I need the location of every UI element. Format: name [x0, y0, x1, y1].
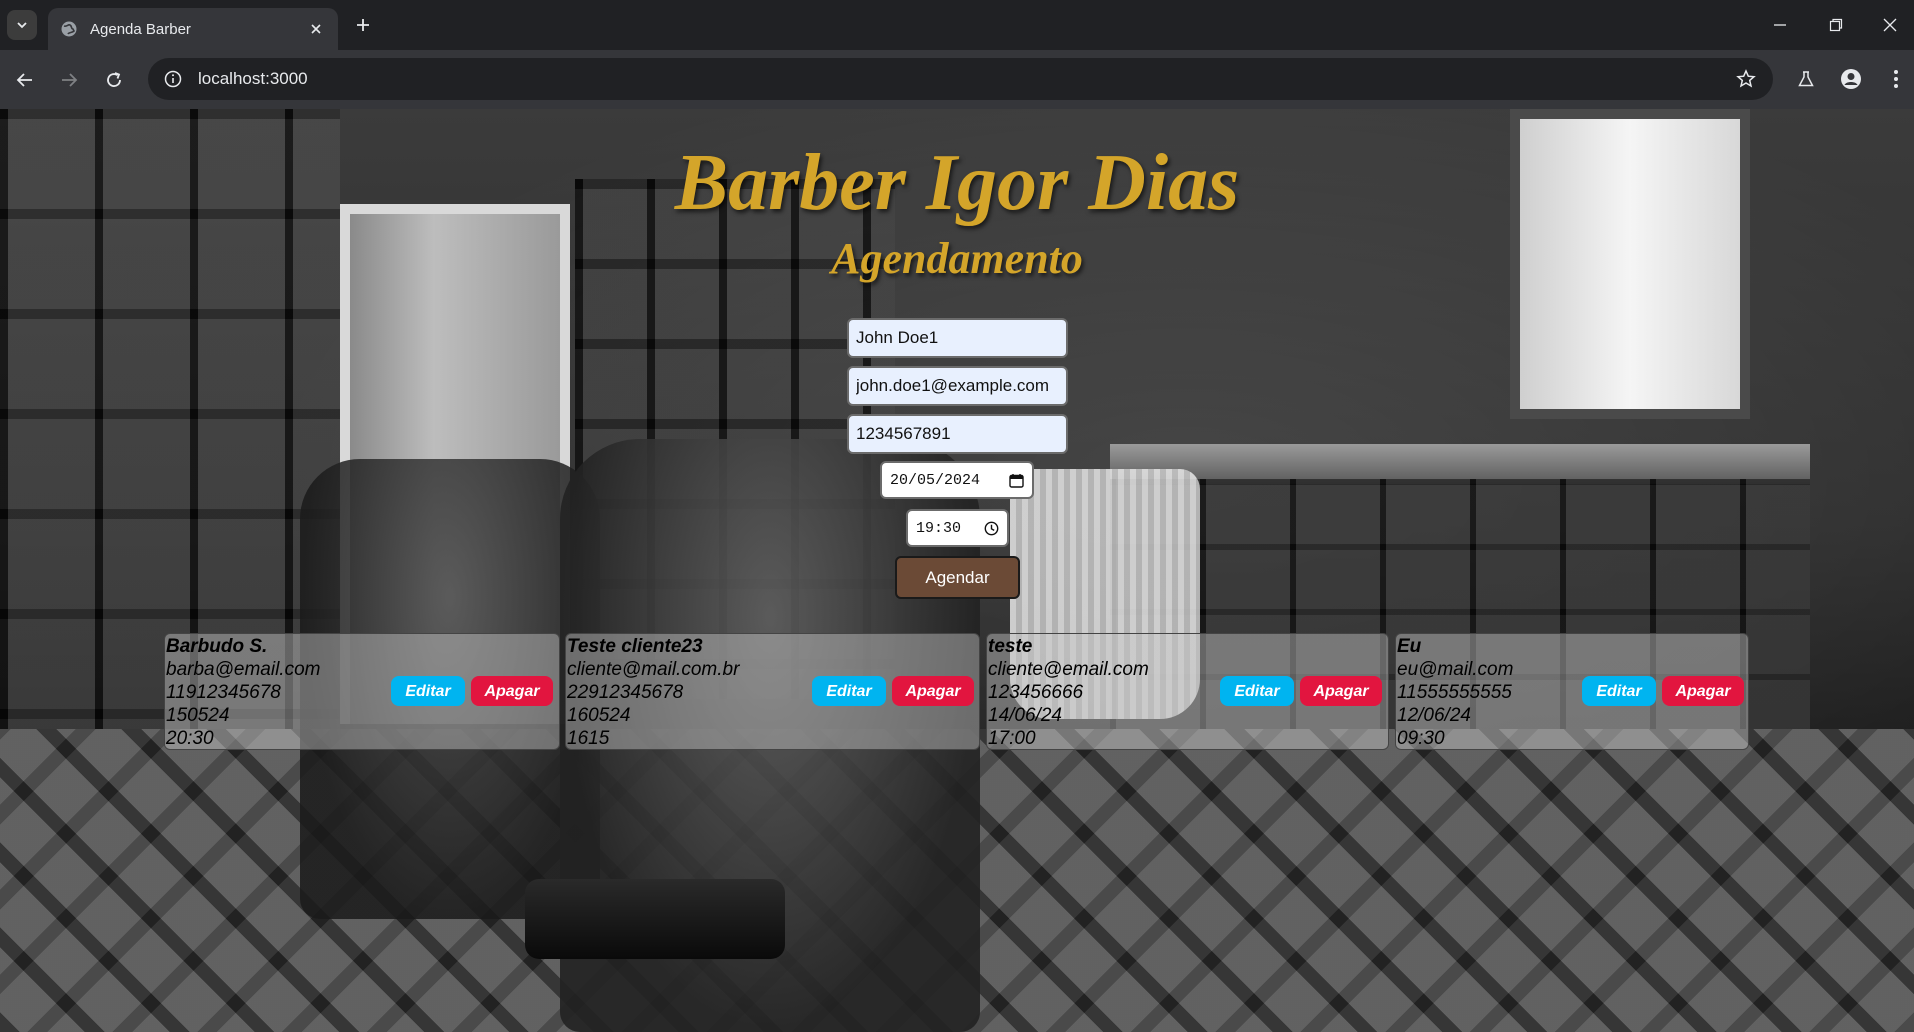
appointment-time: 17:00	[988, 728, 1036, 749]
appointment-phone: 11555555555	[1397, 682, 1512, 703]
back-button[interactable]	[10, 65, 40, 95]
close-window-button[interactable]	[1862, 0, 1914, 50]
appointment-time: 09:30	[1397, 728, 1445, 749]
background-chair-seat	[525, 879, 785, 959]
appointment-name: Eu	[1397, 636, 1422, 657]
appointment-info: Eu eu@mail.com 11555555555 12/06/24 09:3…	[1397, 635, 1513, 750]
appointment-name: teste	[988, 636, 1033, 657]
appointment-date: 160524	[567, 705, 631, 726]
email-input[interactable]	[847, 366, 1068, 406]
url-text: localhost:3000	[198, 69, 308, 88]
minimize-button[interactable]	[1752, 0, 1808, 50]
time-value: 19:30	[916, 519, 962, 537]
page-viewport: Barber Igor Dias Agendamento 20/05/2024 …	[0, 109, 1914, 1032]
background-shelf	[1110, 444, 1810, 484]
globe-icon	[60, 20, 78, 38]
clock-icon[interactable]	[984, 521, 999, 536]
appointment-name: Teste cliente23	[567, 636, 703, 657]
calendar-icon[interactable]	[1009, 473, 1024, 488]
arrow-right-icon	[62, 73, 78, 87]
appointment-phone: 123456666	[988, 682, 1084, 703]
close-icon	[1883, 18, 1897, 32]
site-info-icon[interactable]	[162, 68, 184, 90]
appointment-card: teste cliente@email.com 123456666 14/06/…	[986, 633, 1389, 750]
restore-button[interactable]	[1808, 0, 1864, 50]
appointment-date: 150524	[166, 705, 230, 726]
plus-icon	[357, 19, 369, 31]
reload-icon	[107, 72, 121, 87]
tab-search-button[interactable]	[7, 10, 37, 40]
tab-close-icon[interactable]	[306, 19, 326, 39]
appointment-info: teste cliente@email.com 123456666 14/06/…	[988, 635, 1149, 750]
appointment-phone: 11912345678	[166, 682, 281, 703]
browser-tab-active[interactable]: Agenda Barber	[48, 8, 338, 50]
reload-button[interactable]	[99, 65, 129, 95]
time-input[interactable]: 19:30	[906, 509, 1009, 547]
appointment-name: Barbudo S.	[166, 636, 268, 657]
appointment-date: 12/06/24	[1397, 705, 1471, 726]
forward-button[interactable]	[54, 65, 84, 95]
edit-button[interactable]: Editar	[391, 676, 465, 706]
appointment-email: eu@mail.com	[1397, 659, 1514, 680]
delete-button[interactable]: Apagar	[1300, 676, 1382, 706]
delete-button[interactable]: Apagar	[471, 676, 553, 706]
new-tab-button[interactable]	[350, 12, 376, 38]
name-input[interactable]	[847, 318, 1068, 358]
appointment-info: Teste cliente23 cliente@mail.com.br 2291…	[567, 635, 739, 750]
page-title: Barber Igor Dias	[674, 139, 1240, 227]
appointment-time: 20:30	[166, 728, 214, 749]
appointment-date: 14/06/24	[988, 705, 1062, 726]
appointment-email: barba@email.com	[166, 659, 321, 680]
profile-avatar-icon[interactable]	[1836, 64, 1866, 94]
delete-button[interactable]: Apagar	[1662, 676, 1744, 706]
appointment-card: Eu eu@mail.com 11555555555 12/06/24 09:3…	[1395, 633, 1749, 750]
agendar-button[interactable]: Agendar	[895, 556, 1020, 599]
labs-flask-icon[interactable]	[1791, 64, 1821, 94]
edit-button[interactable]: Editar	[1220, 676, 1294, 706]
address-bar[interactable]: localhost:3000	[148, 58, 1773, 100]
appointment-card: Teste cliente23 cliente@mail.com.br 2291…	[565, 633, 980, 750]
edit-button[interactable]: Editar	[812, 676, 886, 706]
delete-button[interactable]: Apagar	[892, 676, 974, 706]
date-value: 20/05/2024	[890, 471, 981, 489]
arrow-left-icon	[16, 73, 32, 87]
date-input[interactable]: 20/05/2024	[880, 461, 1034, 499]
appointment-time: 1615	[567, 728, 610, 749]
appointment-email: cliente@email.com	[988, 659, 1149, 680]
page-subtitle: Agendamento	[831, 234, 1083, 283]
tab-title: Agenda Barber	[90, 20, 191, 38]
more-menu-icon[interactable]	[1881, 64, 1911, 94]
browser-tab-bar: Agenda Barber	[0, 0, 1914, 50]
browser-toolbar: localhost:3000	[0, 50, 1914, 109]
minimize-icon	[1774, 24, 1786, 26]
appointment-email: cliente@mail.com.br	[567, 659, 740, 680]
phone-input[interactable]	[847, 414, 1068, 454]
edit-button[interactable]: Editar	[1582, 676, 1656, 706]
appointment-card: Barbudo S. barba@email.com 11912345678 1…	[164, 633, 560, 750]
restore-icon	[1829, 18, 1843, 32]
chevron-down-icon	[17, 22, 27, 29]
appointment-info: Barbudo S. barba@email.com 11912345678 1…	[166, 635, 320, 750]
appointment-phone: 22912345678	[567, 682, 684, 703]
bookmark-star-icon[interactable]	[1733, 66, 1759, 92]
